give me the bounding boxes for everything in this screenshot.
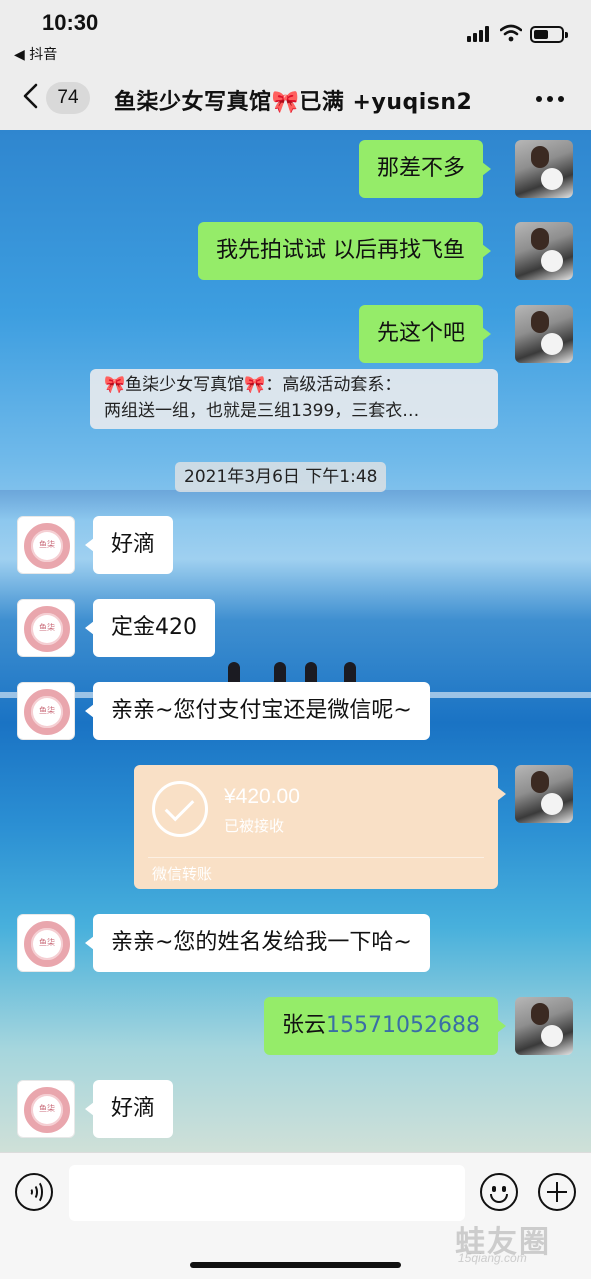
signal-icon bbox=[467, 26, 493, 42]
more-options-icon[interactable] bbox=[536, 96, 566, 104]
transfer-divider bbox=[148, 857, 484, 858]
wifi-icon bbox=[500, 24, 522, 42]
transfer-amount: ¥420.00 bbox=[224, 785, 300, 808]
message-bubble-sent[interactable]: 先这个吧 bbox=[358, 305, 492, 363]
message-bubble-received[interactable]: 好滴 bbox=[84, 516, 174, 574]
back-chevron-icon[interactable] bbox=[18, 82, 46, 110]
avatar-logo-text: 鱼柒 bbox=[39, 623, 55, 632]
message-bubble-sent[interactable]: 我先拍试试 以后再找飞鱼 bbox=[198, 222, 491, 280]
quoted-message-line: 两组送一组，也就是三组1399，三套衣… bbox=[104, 401, 420, 421]
quoted-message-line: 🎀鱼柒少女写真馆🎀：高级活动套系： bbox=[104, 375, 402, 395]
voice-input-icon[interactable] bbox=[15, 1173, 53, 1211]
message-bubble-sent[interactable]: 张云15571052688 bbox=[264, 997, 506, 1055]
battery-icon bbox=[530, 26, 568, 43]
message-timestamp: 2021年3月6日 下午1:48 bbox=[175, 462, 387, 492]
my-avatar[interactable] bbox=[515, 765, 573, 823]
emoji-icon[interactable] bbox=[480, 1173, 518, 1211]
message-bubble-received[interactable]: 亲亲~您付支付宝还是微信呢~ bbox=[85, 682, 430, 740]
my-avatar[interactable] bbox=[515, 140, 573, 198]
chat-title: 鱼柒少女写真馆🎀已满 +yuqisn2 bbox=[114, 90, 473, 115]
unread-count-badge[interactable]: 74 bbox=[46, 82, 90, 114]
avatar-logo-text: 鱼柒 bbox=[39, 1104, 55, 1113]
background-horizon bbox=[0, 490, 591, 520]
contact-avatar[interactable]: 鱼柒 bbox=[17, 1080, 75, 1138]
message-bubble-received[interactable]: 好滴 bbox=[84, 1080, 174, 1138]
contact-avatar[interactable]: 鱼柒 bbox=[17, 682, 75, 740]
avatar-logo-text: 鱼柒 bbox=[39, 540, 55, 549]
back-to-app-link[interactable]: ◀ 抖音 bbox=[14, 44, 57, 64]
avatar-logo-text: 鱼柒 bbox=[39, 706, 55, 715]
transfer-status: 已被接收 bbox=[224, 817, 285, 835]
status-bar: 10:30 ◀ 抖音 bbox=[0, 0, 591, 64]
chat-nav-bar: 74 鱼柒少女写真馆🎀已满 +yuqisn2 bbox=[0, 62, 591, 130]
home-indicator[interactable] bbox=[190, 1262, 401, 1268]
wechat-transfer-card[interactable]: ¥420.00 已被接收 微信转账 bbox=[134, 765, 506, 889]
my-avatar[interactable] bbox=[515, 305, 573, 363]
message-bubble-received[interactable]: 定金420 bbox=[85, 599, 215, 657]
contact-avatar[interactable]: 鱼柒 bbox=[17, 914, 75, 972]
avatar-logo-text: 鱼柒 bbox=[39, 938, 55, 947]
transfer-label: 微信转账 bbox=[152, 865, 213, 883]
status-time: 10:30 bbox=[42, 10, 99, 35]
message-input[interactable] bbox=[69, 1165, 465, 1221]
my-avatar[interactable] bbox=[515, 997, 573, 1055]
phone-number-link[interactable]: 15571052688 bbox=[326, 1013, 480, 1038]
message-bubble-received[interactable]: 亲亲~您的姓名发给我一下哈~ bbox=[85, 914, 430, 972]
checkmark-icon bbox=[152, 781, 208, 837]
watermark-url: 15qiang.com bbox=[458, 1251, 527, 1265]
contact-avatar[interactable]: 鱼柒 bbox=[17, 599, 75, 657]
my-avatar[interactable] bbox=[515, 222, 573, 280]
message-bubble-sent[interactable]: 那差不多 bbox=[358, 140, 492, 198]
contact-avatar[interactable]: 鱼柒 bbox=[17, 516, 75, 574]
more-actions-plus-icon[interactable] bbox=[538, 1173, 576, 1211]
sent-name: 张云 bbox=[282, 1013, 327, 1038]
chat-input-bar: 蛙友圈 15qiang.com bbox=[0, 1152, 591, 1279]
quoted-message[interactable]: 🎀鱼柒少女写真馆🎀：高级活动套系： 两组送一组，也就是三组1399，三套衣… bbox=[90, 369, 498, 429]
